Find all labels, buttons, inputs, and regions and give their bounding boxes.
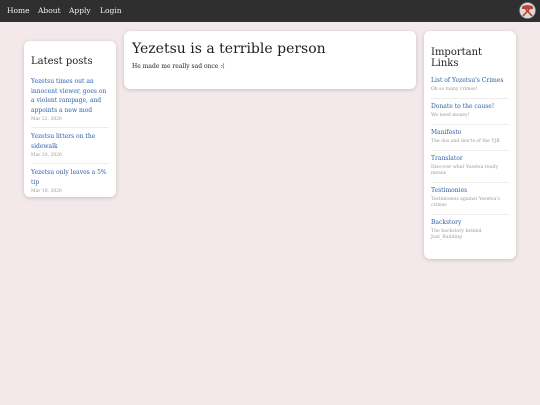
post-item: Yezetsu times out an innocent viewer, go… bbox=[31, 73, 109, 128]
important-link[interactable]: List of Yezetsu's Crimes bbox=[431, 77, 509, 85]
post-link[interactable]: Yezetsu litters on the sidewalk bbox=[31, 132, 109, 151]
post-date: Mar 20, 2026 bbox=[31, 153, 62, 158]
important-link-item: Backstory The backstory behind Just_Buil… bbox=[431, 215, 509, 246]
nav-about-link[interactable]: About bbox=[38, 6, 61, 15]
important-link-item: Translator Discover what Yezetsu really … bbox=[431, 151, 509, 183]
important-link[interactable]: Donate to the cause! bbox=[431, 103, 509, 111]
important-link-desc: We need money! bbox=[431, 113, 470, 118]
post-date: Mar 22, 2026 bbox=[31, 117, 62, 122]
important-link-item: Testimonies Testimonies against Yezetsu'… bbox=[431, 183, 509, 215]
post-date: Mar 18, 2026 bbox=[31, 189, 62, 194]
important-link[interactable]: Manifesto bbox=[431, 129, 509, 137]
site-logo-icon[interactable] bbox=[519, 2, 536, 19]
latest-posts-card: Latest posts Yezetsu times out an innoce… bbox=[24, 41, 116, 197]
post-item: Yezetsu only leaves a 5% tip Mar 18, 202… bbox=[31, 164, 109, 199]
post-link[interactable]: Yezetsu only leaves a 5% tip bbox=[31, 168, 109, 187]
nav-login-link[interactable]: Login bbox=[100, 6, 122, 15]
top-navbar: Home About Apply Login bbox=[0, 0, 540, 22]
important-link-desc: Oh so many crimes! bbox=[431, 87, 478, 92]
important-links-card: Important Links List of Yezetsu's Crimes… bbox=[424, 31, 516, 259]
article-title: Yezetsu is a terrible person bbox=[132, 41, 326, 57]
nav-apply-link[interactable]: Apply bbox=[69, 6, 91, 15]
important-links-title: Important Links bbox=[431, 47, 483, 69]
post-item: Yezetsu litters on the sidewalk Mar 20, … bbox=[31, 128, 109, 164]
main-article-card: Yezetsu is a terrible person He made me … bbox=[124, 31, 416, 89]
article-body: He made me really sad once :( bbox=[132, 63, 225, 70]
important-link-item: List of Yezetsu's Crimes Oh so many crim… bbox=[431, 73, 509, 99]
latest-posts-title: Latest posts bbox=[31, 56, 93, 67]
important-link-item: Manifesto The dos and don'ts of the YJB bbox=[431, 125, 509, 151]
important-link-desc: The dos and don'ts of the YJB bbox=[431, 139, 500, 144]
important-link-desc: Discover what Yezetsu really means bbox=[431, 165, 499, 176]
important-link-desc: Testimonies against Yezetsu's crimes bbox=[431, 197, 500, 208]
nav-home-link[interactable]: Home bbox=[7, 6, 30, 15]
important-link[interactable]: Translator bbox=[431, 155, 509, 163]
important-link[interactable]: Backstory bbox=[431, 219, 509, 227]
important-link[interactable]: Testimonies bbox=[431, 187, 509, 195]
important-link-desc: The backstory behind Just_Building bbox=[431, 229, 482, 240]
important-link-item: Donate to the cause! We need money! bbox=[431, 99, 509, 125]
post-link[interactable]: Yezetsu times out an innocent viewer, go… bbox=[31, 77, 109, 115]
